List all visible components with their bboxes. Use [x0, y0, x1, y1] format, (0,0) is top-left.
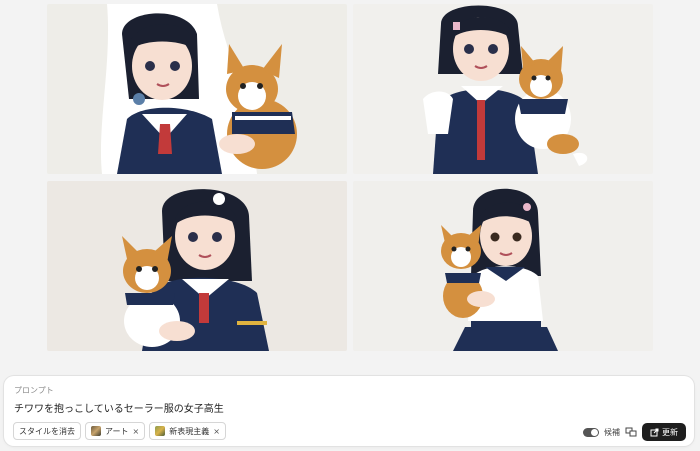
neo-expressionism-thumbnail-icon — [155, 426, 166, 436]
style-chip-neo-expressionism-label: 新表現主義 — [169, 426, 210, 436]
prompt-controls: 候補 更新 — [583, 423, 686, 441]
compare-view-icon[interactable] — [625, 426, 637, 438]
generated-image-4[interactable] — [353, 181, 653, 351]
update-label: 更新 — [662, 427, 678, 437]
prompt-panel: プロンプト チワワを抱っこしているセーラー服の女子高生 スタイルを消去 アート … — [4, 376, 694, 446]
clear-style-label: スタイルを消去 — [19, 426, 75, 436]
image-4-illustration — [353, 181, 653, 351]
image-3-illustration — [47, 181, 347, 351]
remove-art-close-icon[interactable]: × — [133, 427, 140, 436]
style-chip-neo-expressionism[interactable]: 新表現主義 × — [149, 422, 226, 440]
style-chip-art-label: アート — [105, 426, 129, 436]
update-icon — [650, 428, 659, 436]
style-chips: スタイルを消去 アート × 新表現主義 × — [13, 422, 226, 440]
suggestions-toggle[interactable] — [583, 427, 599, 437]
prompt-label: プロンプト — [14, 386, 54, 395]
image-grid — [47, 4, 653, 351]
update-button[interactable]: 更新 — [642, 423, 686, 441]
remove-neo-expressionism-close-icon[interactable]: × — [213, 427, 220, 436]
image-1-illustration — [47, 4, 347, 174]
prompt-input[interactable]: チワワを抱っこしているセーラー服の女子高生 — [14, 400, 614, 415]
style-chip-art[interactable]: アート × — [85, 422, 146, 440]
suggestions-label: 候補 — [604, 427, 620, 437]
clear-style-button[interactable]: スタイルを消去 — [13, 422, 81, 440]
generated-image-1[interactable] — [47, 4, 347, 174]
art-style-thumbnail-icon — [91, 426, 101, 436]
generated-image-3[interactable] — [47, 181, 347, 351]
image-2-illustration — [353, 4, 653, 174]
generated-image-2[interactable] — [353, 4, 653, 174]
